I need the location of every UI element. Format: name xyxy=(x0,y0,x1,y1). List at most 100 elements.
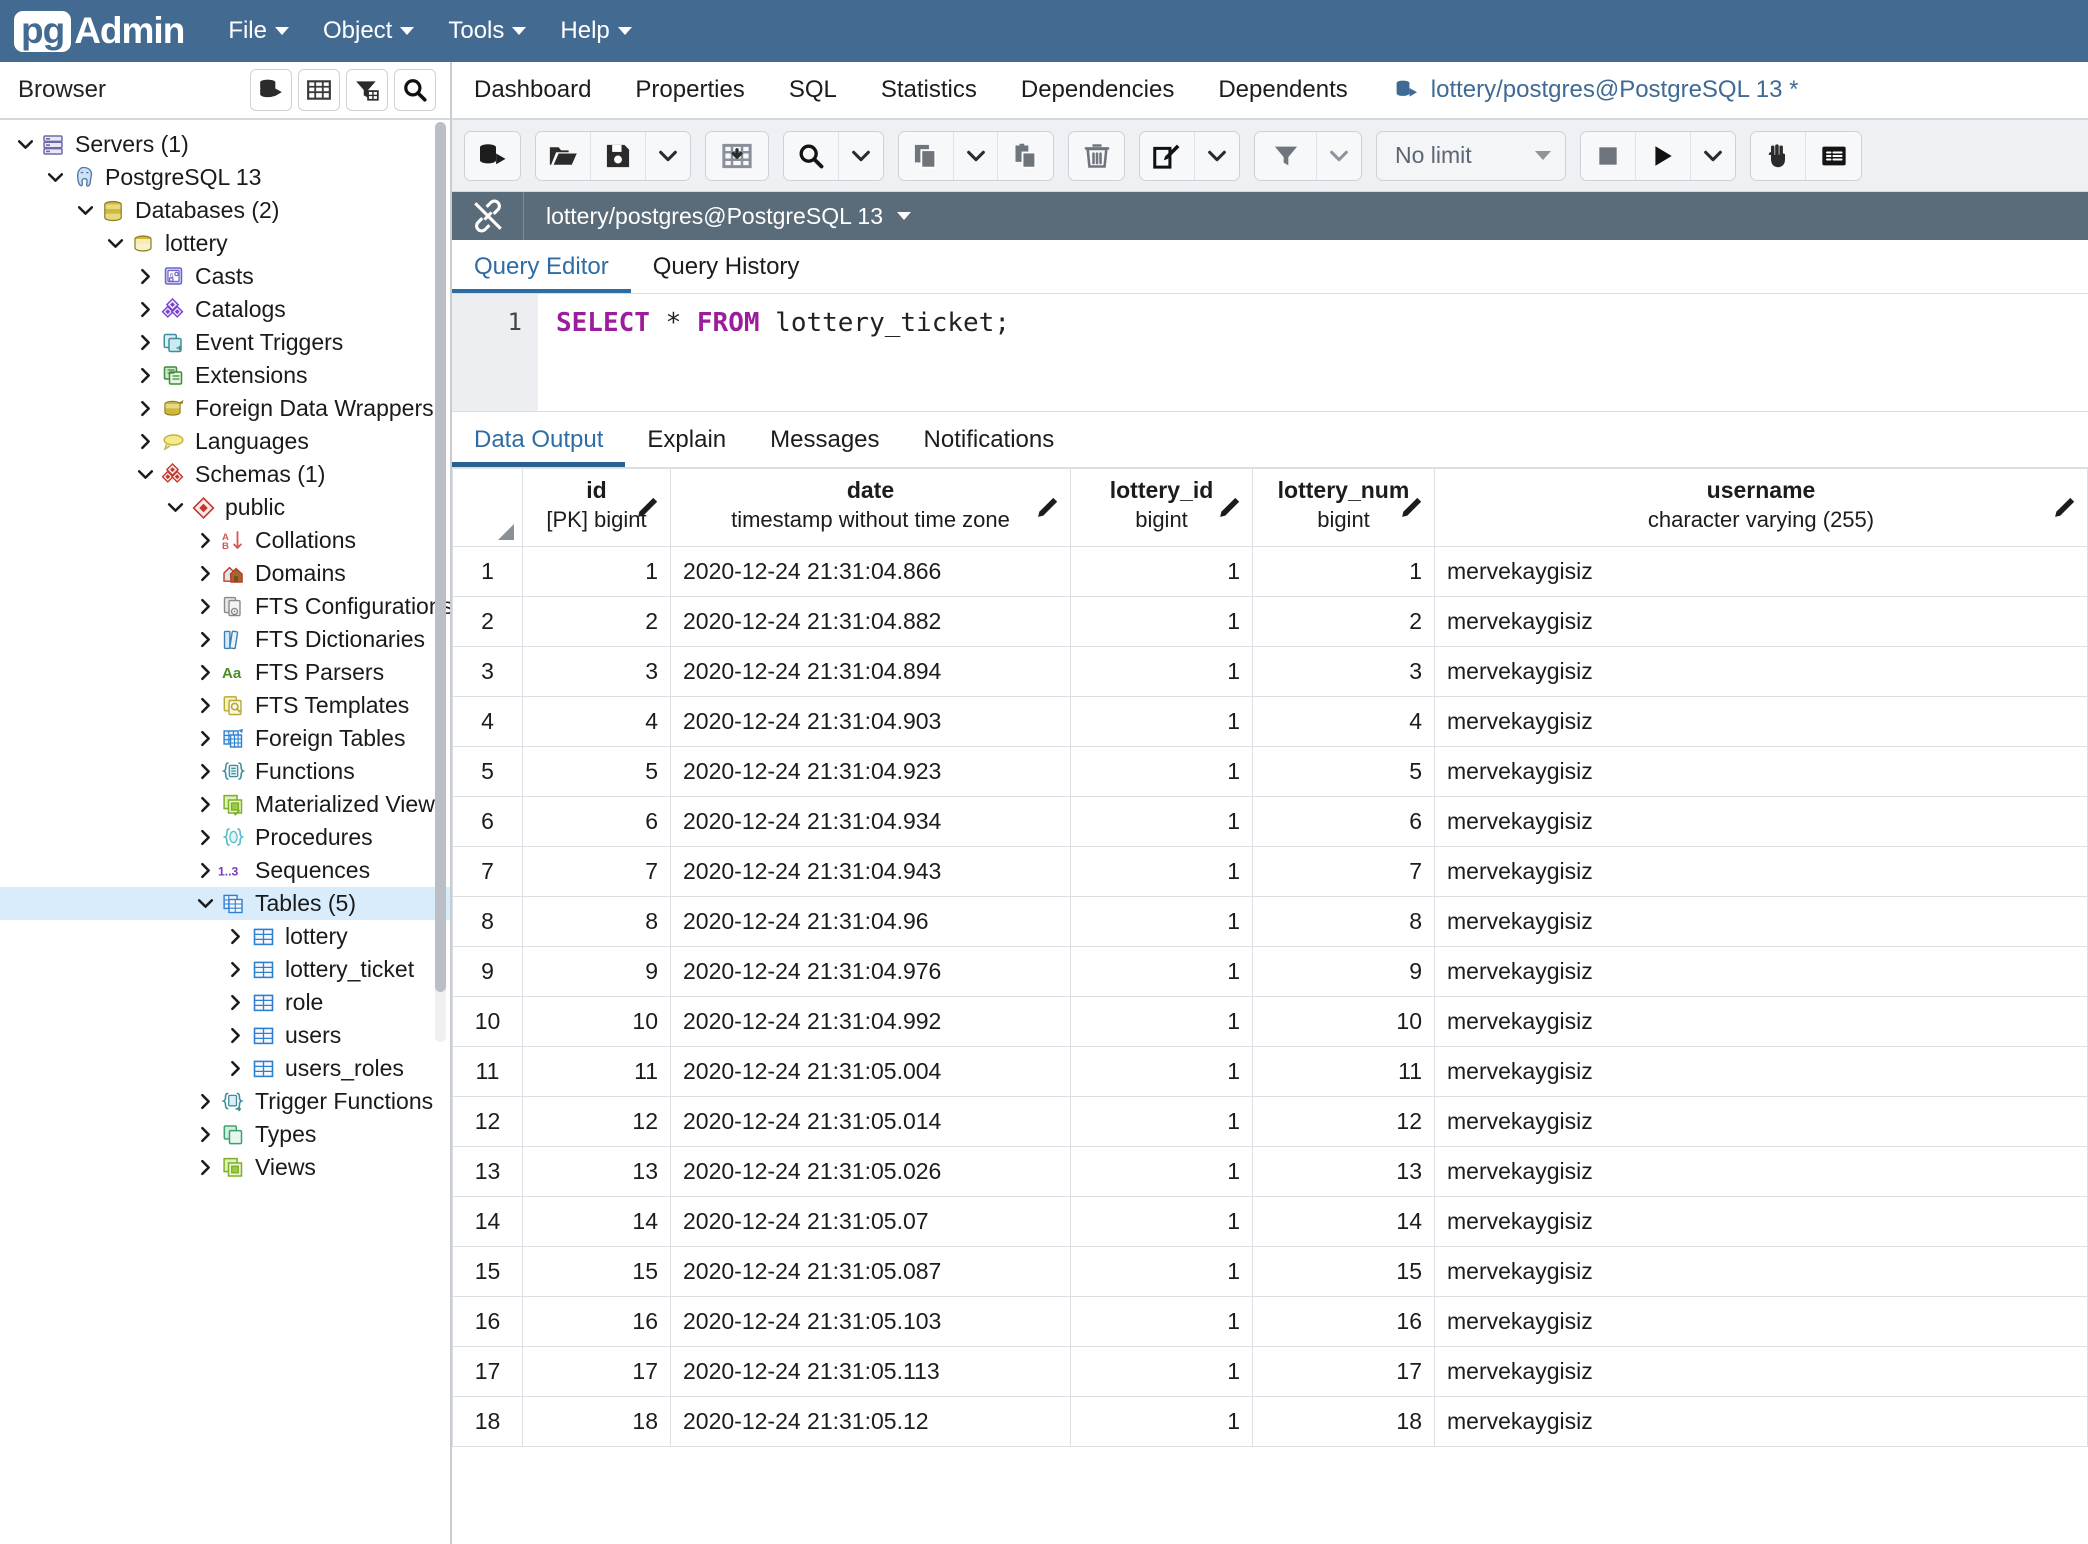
cell-id[interactable]: 18 xyxy=(522,1396,671,1447)
cell-date[interactable]: 2020-12-24 21:31:04.903 xyxy=(670,696,1071,747)
cell-id[interactable]: 2 xyxy=(522,596,671,647)
search-icon[interactable] xyxy=(784,131,839,180)
copy-icon[interactable] xyxy=(899,131,954,180)
table-row[interactable]: 7 7 2020-12-24 21:31:04.943 1 7 mervekaygisiz xyxy=(452,846,2088,897)
chevron-right-icon[interactable] xyxy=(192,828,218,847)
cell-id[interactable]: 4 xyxy=(522,696,671,747)
table-row[interactable]: 17 17 2020-12-24 21:31:05.113 1 17 mervekaygi… xyxy=(452,1346,2088,1397)
cell-lottery_id[interactable]: 1 xyxy=(1070,1146,1253,1197)
cell-lottery_num[interactable]: 18 xyxy=(1252,1396,1435,1447)
macro-hand-icon[interactable] xyxy=(1751,131,1806,180)
chevron-right-icon[interactable] xyxy=(222,1059,248,1078)
result-grid-wrapper[interactable]: id [PK] bigint date timestamp without time … xyxy=(452,468,2088,1544)
cell-lottery_num[interactable]: 2 xyxy=(1252,596,1435,647)
tree-item-postgresql-13[interactable]: PostgreSQL 13 xyxy=(0,161,450,194)
cell-lottery_id[interactable]: 1 xyxy=(1070,1046,1253,1097)
chevron-right-icon[interactable] xyxy=(192,663,218,682)
object-tab-statistics[interactable]: Statistics xyxy=(859,62,999,118)
table-row[interactable]: 13 13 2020-12-24 21:31:05.026 1 13 mervekaygi… xyxy=(452,1146,2088,1197)
chevron-right-icon[interactable] xyxy=(222,927,248,946)
cell-lottery_id[interactable]: 1 xyxy=(1070,846,1253,897)
table-row[interactable]: 5 5 2020-12-24 21:31:04.923 1 5 mervekaygisiz xyxy=(452,746,2088,797)
tree-item-users[interactable]: users xyxy=(0,1019,450,1052)
output-tab-messages[interactable]: Messages xyxy=(748,412,901,467)
row-number[interactable]: 9 xyxy=(452,946,523,997)
cell-date[interactable]: 2020-12-24 21:31:04.96 xyxy=(670,896,1071,947)
cell-username[interactable]: mervekaygisiz xyxy=(1434,1046,2088,1097)
tree-item-lottery[interactable]: lottery xyxy=(0,227,450,260)
chevron-down-icon[interactable] xyxy=(102,234,128,253)
cell-username[interactable]: mervekaygisiz xyxy=(1434,946,2088,997)
output-tab-data-output[interactable]: Data Output xyxy=(452,412,625,467)
row-number[interactable]: 18 xyxy=(452,1396,523,1447)
row-number[interactable]: 8 xyxy=(452,896,523,947)
cell-username[interactable]: mervekaygisiz xyxy=(1434,796,2088,847)
cell-date[interactable]: 2020-12-24 21:31:04.894 xyxy=(670,646,1071,697)
chevron-right-icon[interactable] xyxy=(132,432,158,451)
chevron-right-icon[interactable] xyxy=(192,1158,218,1177)
cell-lottery_id[interactable]: 1 xyxy=(1070,796,1253,847)
grid-icon[interactable] xyxy=(298,69,340,111)
tree-item-fts-parsers[interactable]: Aa FTS Parsers xyxy=(0,656,450,689)
cell-id[interactable]: 1 xyxy=(522,546,671,597)
cell-lottery_id[interactable]: 1 xyxy=(1070,646,1253,697)
editor-tab-query-history[interactable]: Query History xyxy=(631,240,822,293)
tree-item-views[interactable]: Views xyxy=(0,1151,450,1184)
cell-lottery_id[interactable]: 1 xyxy=(1070,1246,1253,1297)
chevron-right-icon[interactable] xyxy=(132,300,158,319)
cell-lottery_num[interactable]: 11 xyxy=(1252,1046,1435,1097)
cell-lottery_num[interactable]: 9 xyxy=(1252,946,1435,997)
row-number[interactable]: 7 xyxy=(452,846,523,897)
row-number[interactable]: 13 xyxy=(452,1146,523,1197)
object-tab-lottery-postgres-postgresql-13[interactable]: lottery/postgres@PostgreSQL 13 * xyxy=(1370,62,1821,118)
cell-date[interactable]: 2020-12-24 21:31:04.976 xyxy=(670,946,1071,997)
table-row[interactable]: 16 16 2020-12-24 21:31:05.103 1 16 mervekaygi… xyxy=(452,1296,2088,1347)
stop-icon[interactable] xyxy=(1581,131,1636,180)
chevron-right-icon[interactable] xyxy=(192,729,218,748)
cell-lottery_num[interactable]: 13 xyxy=(1252,1146,1435,1197)
menu-help[interactable]: Help xyxy=(560,17,632,45)
object-tab-dashboard[interactable]: Dashboard xyxy=(452,62,613,118)
table-row[interactable]: 14 14 2020-12-24 21:31:05.07 1 14 mervekaygis… xyxy=(452,1196,2088,1247)
chevron-right-icon[interactable] xyxy=(192,531,218,550)
filter-table-icon[interactable] xyxy=(346,69,388,111)
chevron-down-icon[interactable] xyxy=(1195,131,1239,180)
tree-item-trigger-functions[interactable]: Trigger Functions xyxy=(0,1085,450,1118)
list-panel-icon[interactable] xyxy=(1806,131,1861,180)
cell-lottery_id[interactable]: 1 xyxy=(1070,696,1253,747)
row-number[interactable]: 5 xyxy=(452,746,523,797)
row-number[interactable]: 17 xyxy=(452,1346,523,1397)
cell-username[interactable]: mervekaygisiz xyxy=(1434,1346,2088,1397)
cell-date[interactable]: 2020-12-24 21:31:05.113 xyxy=(670,1346,1071,1397)
chevron-right-icon[interactable] xyxy=(192,564,218,583)
row-number[interactable]: 3 xyxy=(452,646,523,697)
open-query-tool-icon[interactable] xyxy=(465,131,520,180)
row-number[interactable]: 12 xyxy=(452,1096,523,1147)
tree-item-domains[interactable]: Domains xyxy=(0,557,450,590)
sql-code[interactable]: SELECT * FROM lottery_ticket; xyxy=(538,294,2088,411)
table-row[interactable]: 11 11 2020-12-24 21:31:05.004 1 11 mervekaygi… xyxy=(452,1046,2088,1097)
cell-lottery_num[interactable]: 5 xyxy=(1252,746,1435,797)
tree-item-collations[interactable]: A B Collations xyxy=(0,524,450,557)
chevron-down-icon[interactable] xyxy=(162,498,188,517)
tree-item-databases-2[interactable]: Databases (2) xyxy=(0,194,450,227)
open-file-icon[interactable] xyxy=(536,131,591,180)
cell-date[interactable]: 2020-12-24 21:31:05.12 xyxy=(670,1396,1071,1447)
trash-icon[interactable] xyxy=(1069,131,1124,180)
cell-date[interactable]: 2020-12-24 21:31:04.943 xyxy=(670,846,1071,897)
tree-item-lottery-ticket[interactable]: lottery_ticket xyxy=(0,953,450,986)
chevron-right-icon[interactable] xyxy=(132,333,158,352)
grid-corner-cell[interactable] xyxy=(452,468,523,547)
tree-item-role[interactable]: role xyxy=(0,986,450,1019)
cell-username[interactable]: mervekaygisiz xyxy=(1434,1296,2088,1347)
cell-id[interactable]: 3 xyxy=(522,646,671,697)
column-header-date[interactable]: date timestamp without time zone xyxy=(670,468,1071,547)
tree-item-casts[interactable]: 6 Casts xyxy=(0,260,450,293)
execute-play-icon[interactable] xyxy=(1636,131,1691,180)
chevron-down-icon[interactable] xyxy=(1317,131,1361,180)
tree-item-sequences[interactable]: 1..3 Sequences xyxy=(0,854,450,887)
cell-id[interactable]: 14 xyxy=(522,1196,671,1247)
tree-item-servers-1[interactable]: Servers (1) xyxy=(0,128,450,161)
chevron-right-icon[interactable] xyxy=(192,696,218,715)
table-row[interactable]: 3 3 2020-12-24 21:31:04.894 1 3 mervekaygisiz xyxy=(452,646,2088,697)
